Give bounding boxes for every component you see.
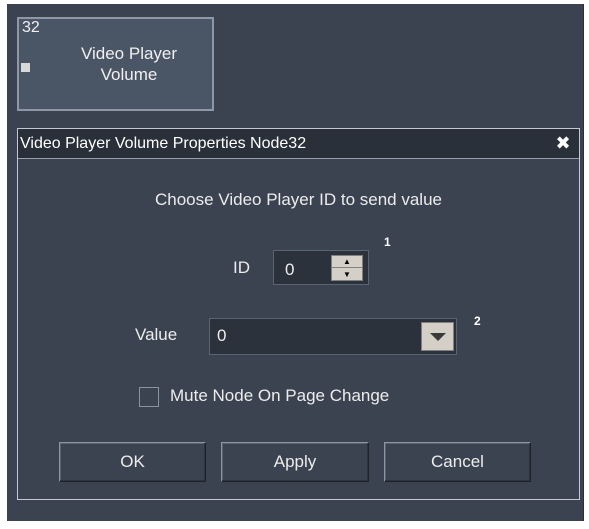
- properties-dialog: Video Player Volume Properties Node32 ✖ …: [17, 128, 580, 500]
- id-label: ID: [233, 258, 250, 277]
- id-footnote-marker: 1: [384, 235, 391, 249]
- node-title-line1: Video Player: [80, 44, 178, 63]
- value-selected: 0: [217, 326, 227, 345]
- dialog-prompt: Choose Video Player ID to send value: [155, 190, 442, 209]
- value-footnote-marker: 2: [474, 314, 481, 328]
- dialog-title: Video Player Volume Properties Node32: [20, 135, 307, 152]
- id-spinner[interactable]: ▲ ▼: [331, 255, 363, 281]
- node-input-port[interactable]: [21, 63, 30, 72]
- value-label: Value: [135, 325, 178, 344]
- canvas-edge: [583, 4, 584, 521]
- cancel-button[interactable]: Cancel: [384, 442, 531, 482]
- close-icon[interactable]: ✖: [555, 134, 571, 152]
- dropdown-triangle: [429, 332, 446, 341]
- down-arrow-icon[interactable]: ▼: [332, 268, 362, 280]
- node-id-label: 32: [22, 19, 40, 36]
- id-value[interactable]: 0: [285, 260, 294, 280]
- ok-button[interactable]: OK: [59, 442, 206, 482]
- apply-button[interactable]: Apply: [221, 442, 369, 482]
- video-player-volume-node[interactable]: 32 Video Player Volume: [17, 17, 214, 111]
- up-arrow-icon[interactable]: ▲: [332, 256, 362, 268]
- value-dropdown[interactable]: 0: [209, 318, 457, 355]
- node-title: Video Player Volume: [49, 43, 209, 85]
- chevron-down-icon[interactable]: [421, 322, 454, 351]
- id-spin-field[interactable]: 0 ▲ ▼: [273, 250, 369, 285]
- node-title-line2: Volume: [100, 65, 158, 84]
- mute-node-checkbox[interactable]: [139, 387, 159, 407]
- mute-node-label[interactable]: Mute Node On Page Change: [170, 386, 389, 406]
- dialog-titlebar[interactable]: Video Player Volume Properties Node32 ✖: [18, 129, 579, 159]
